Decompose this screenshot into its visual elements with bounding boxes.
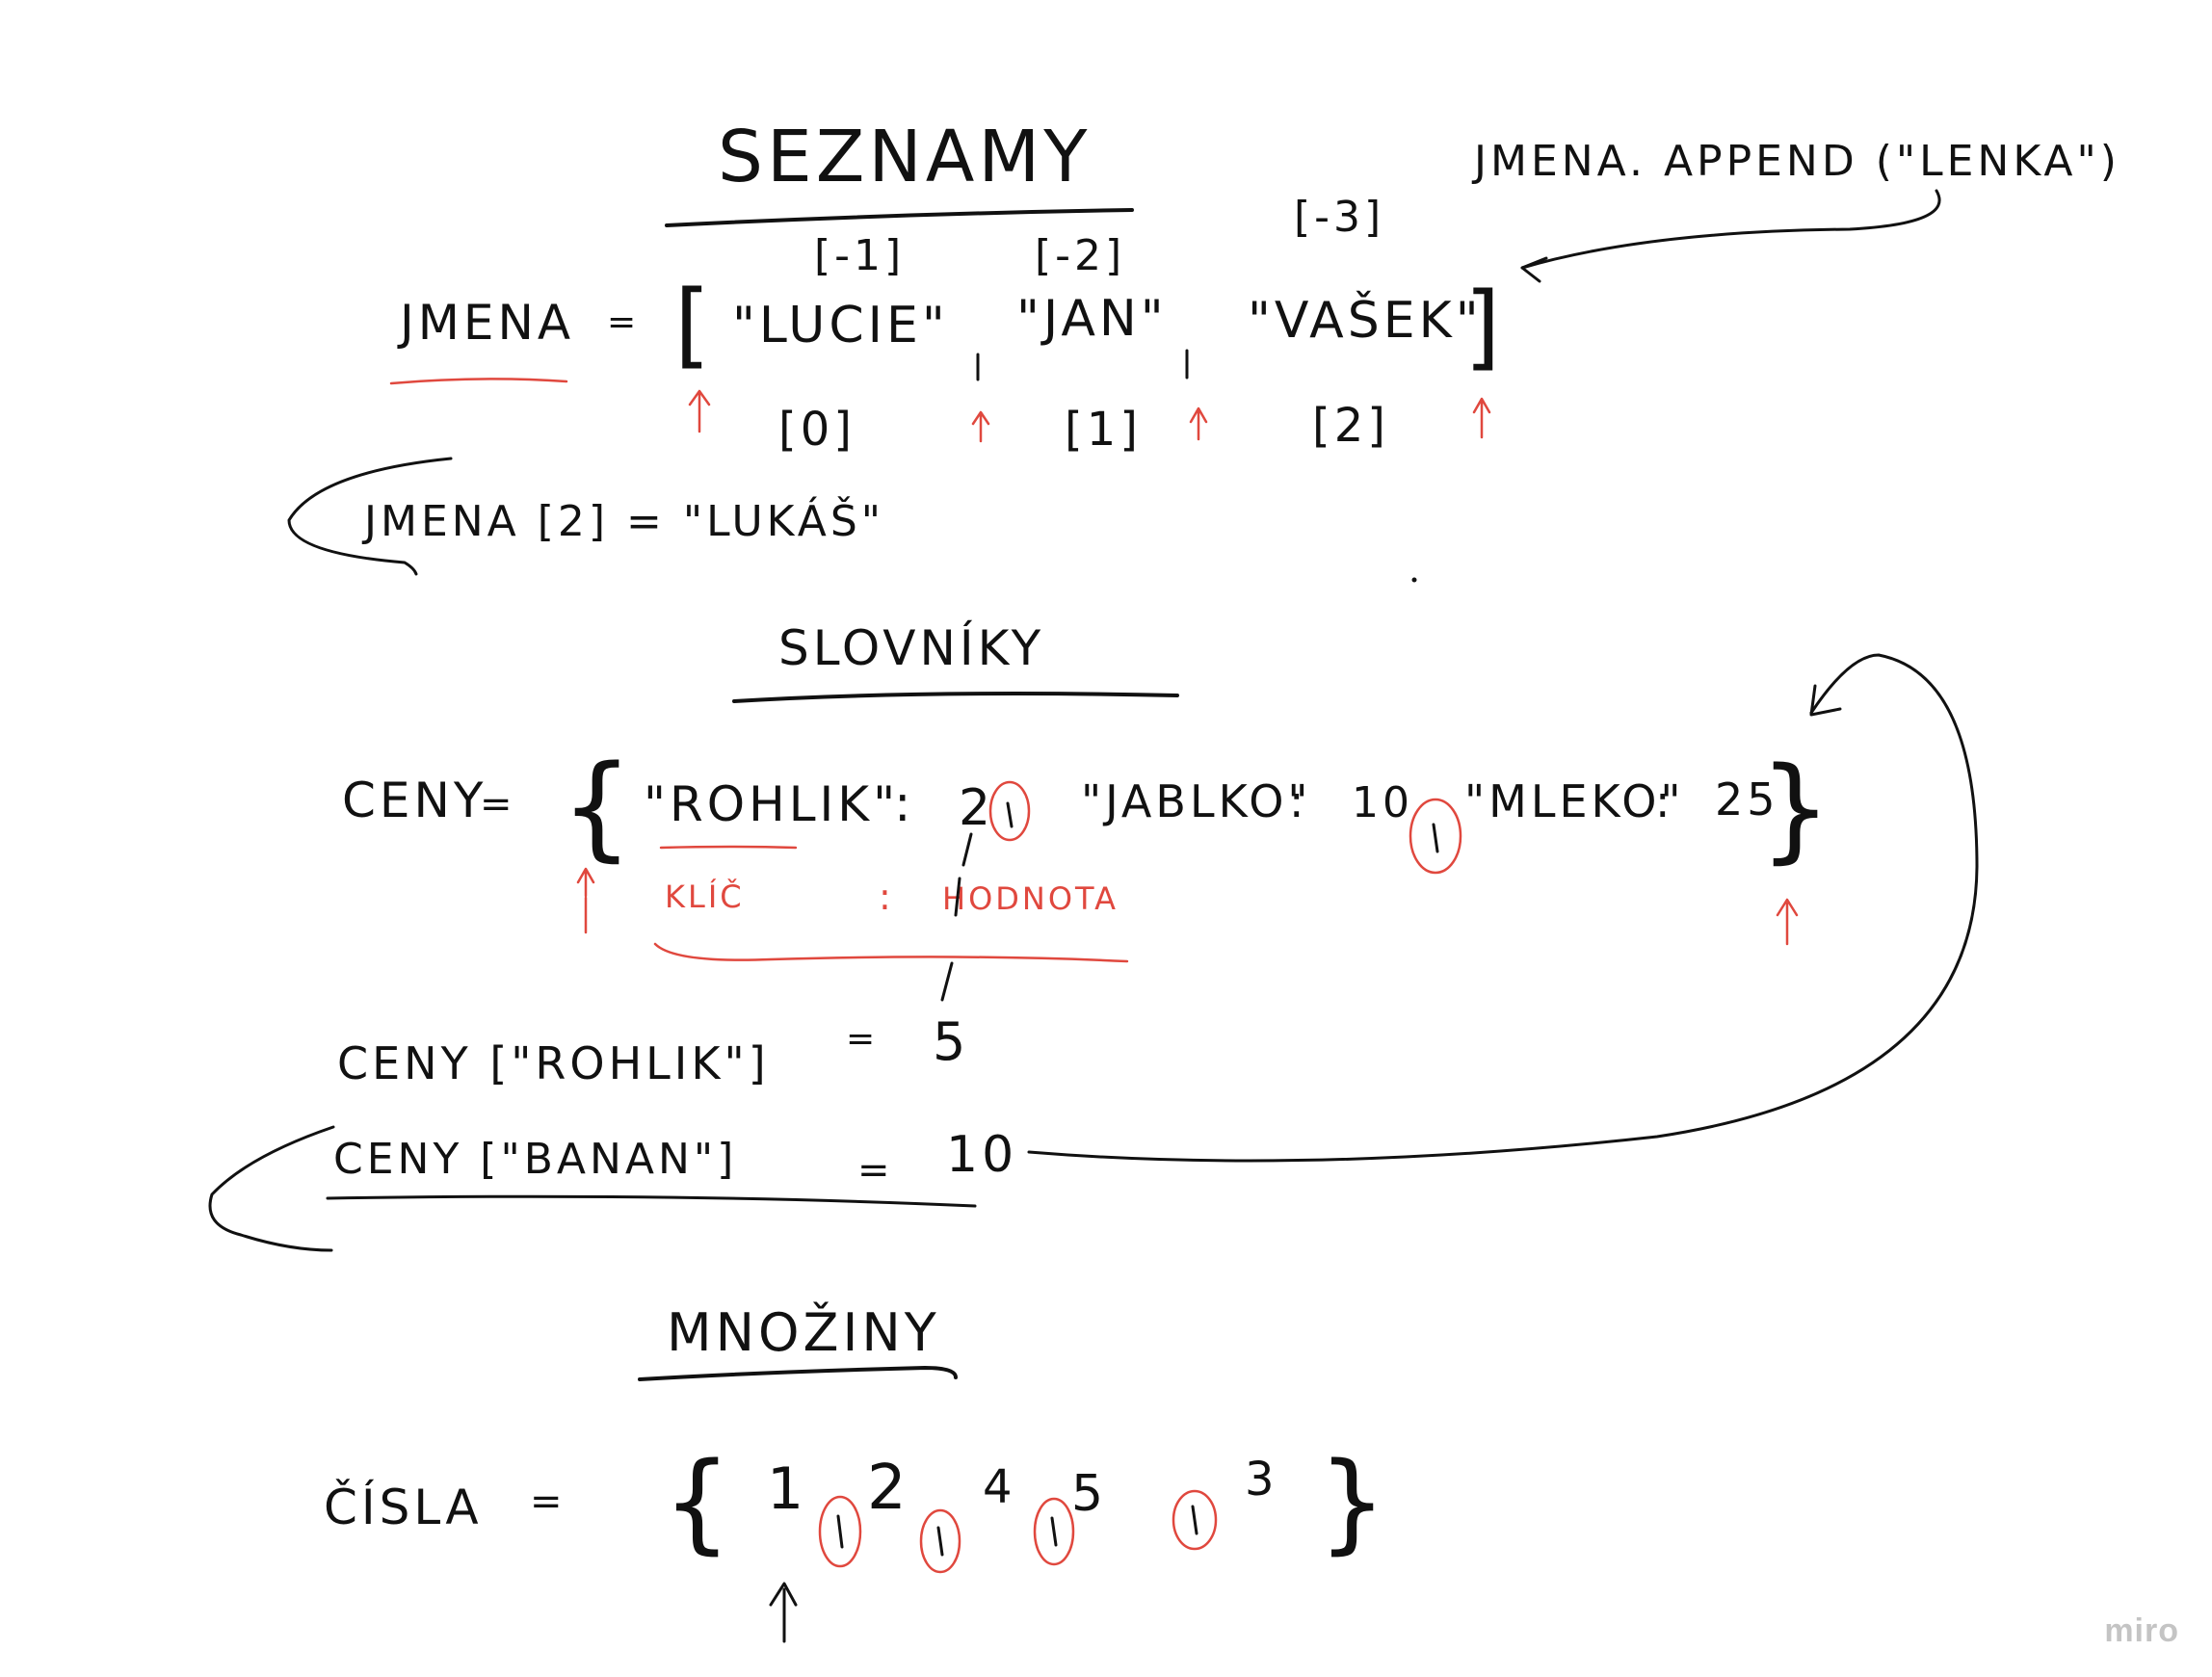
insert-loop-arrow bbox=[1027, 653, 1979, 1163]
jmena-equals: = bbox=[607, 302, 640, 342]
ceny-update-statement: CENY ["ROHLIK"] bbox=[337, 1037, 770, 1089]
ceny-update-value: 5 bbox=[933, 1011, 969, 1072]
reassign-statement: JMENA [2] = "LUKÁŠ" bbox=[361, 495, 884, 546]
legend-colon: : bbox=[879, 876, 894, 918]
cisla-variable: ČÍSLA bbox=[324, 1479, 483, 1535]
dict-key-mleko: "MLEKO" bbox=[1464, 775, 1685, 827]
comma-mark bbox=[936, 1526, 944, 1557]
dict-colon-2: : bbox=[1289, 775, 1308, 827]
set-item-1: 1 bbox=[767, 1455, 807, 1523]
list-item-vasek: "VAŠEK" bbox=[1248, 290, 1483, 350]
set-item-3: 3 bbox=[1245, 1453, 1278, 1507]
dict-colon-3: : bbox=[1655, 775, 1674, 827]
dict-key-jablko: "JABLKO" bbox=[1081, 775, 1312, 827]
ceny-variable: CENY bbox=[342, 773, 487, 828]
legend-brace bbox=[653, 942, 1129, 963]
ceny-insert-equals: = bbox=[857, 1148, 894, 1192]
dict-close-brace: } bbox=[1759, 742, 1835, 875]
jmena-variable: JMENA bbox=[397, 295, 574, 351]
list-item-jan: "JAN" bbox=[1016, 290, 1168, 348]
red-up-arrow bbox=[576, 867, 595, 898]
mnoziny-heading-underline bbox=[638, 1366, 958, 1381]
neg-index-minus-1: [-1] bbox=[814, 231, 905, 280]
set-item-4: 4 bbox=[983, 1460, 1016, 1514]
slovniky-heading-underline bbox=[732, 692, 1179, 703]
pos-index-0: [0] bbox=[778, 403, 856, 457]
red-up-arrow bbox=[688, 389, 711, 433]
set-close-brace: } bbox=[1318, 1440, 1390, 1565]
dict-value-10: 10 bbox=[1352, 778, 1413, 827]
red-up-arrow bbox=[971, 410, 990, 443]
legend-key-label: KLÍČ bbox=[665, 878, 745, 915]
dict-open-brace: { bbox=[561, 740, 637, 873]
cisla-equals: = bbox=[530, 1480, 566, 1524]
set-item-5: 5 bbox=[1071, 1465, 1107, 1523]
set-item-2: 2 bbox=[867, 1453, 910, 1524]
ceny-insert-statement: CENY ["BANAN"] bbox=[333, 1135, 737, 1184]
insert-underline bbox=[326, 1194, 977, 1208]
key-underline bbox=[659, 845, 798, 850]
slovniky-heading: SLOVNÍKY bbox=[778, 619, 1044, 676]
dict-key-rohlik: "ROHLIK" bbox=[644, 776, 899, 832]
list-item-lucie: "LUCIE" bbox=[732, 297, 949, 354]
list-open-bracket: [ bbox=[674, 271, 714, 379]
insert-swoosh bbox=[208, 1125, 335, 1252]
insert-loop-arrow-head bbox=[1809, 684, 1842, 717]
stray-dot bbox=[1411, 577, 1417, 583]
neg-index-minus-3: [-3] bbox=[1294, 193, 1384, 242]
seznamy-heading-underline bbox=[665, 208, 1134, 227]
legend-value-label: HODNOTA bbox=[942, 880, 1119, 917]
comma-mark bbox=[1432, 823, 1439, 853]
dict-colon-1: : bbox=[894, 775, 915, 833]
red-up-arrow bbox=[1189, 406, 1208, 441]
red-up-arrow bbox=[1776, 898, 1799, 946]
set-open-brace: { bbox=[663, 1440, 735, 1565]
ceny-equals: = bbox=[480, 782, 516, 826]
seznamy-heading: SEZNAMY bbox=[718, 116, 1091, 198]
comma-mark bbox=[1050, 1516, 1058, 1547]
mnoziny-heading: MNOŽINY bbox=[667, 1302, 940, 1363]
append-arrow bbox=[1520, 189, 1941, 270]
ceny-insert-value: 10 bbox=[946, 1126, 1017, 1184]
jmena-underline bbox=[389, 378, 568, 385]
comma-mark bbox=[836, 1514, 844, 1549]
set-pointer-arrow bbox=[769, 1582, 798, 1643]
append-call: JMENA. APPEND ("LENKA") bbox=[1471, 137, 2120, 186]
dict-value-2: 2 bbox=[959, 779, 994, 837]
pos-index-1: [1] bbox=[1065, 403, 1142, 457]
pos-index-2: [2] bbox=[1312, 399, 1389, 453]
list-close-bracket: ] bbox=[1464, 273, 1504, 380]
whiteboard-canvas: SEZNAMY [-3] [-2] [-1] JMENA. APPEND ("L… bbox=[208, 116, 2120, 1643]
ceny-update-equals: = bbox=[846, 1019, 879, 1059]
neg-index-minus-2: [-2] bbox=[1035, 231, 1125, 280]
miro-watermark: miro bbox=[2104, 1612, 2179, 1649]
red-up-arrow bbox=[1472, 397, 1491, 439]
comma-mark bbox=[1006, 801, 1014, 828]
value-pointer-dashed bbox=[940, 832, 973, 1002]
comma-mark bbox=[1191, 1505, 1198, 1535]
